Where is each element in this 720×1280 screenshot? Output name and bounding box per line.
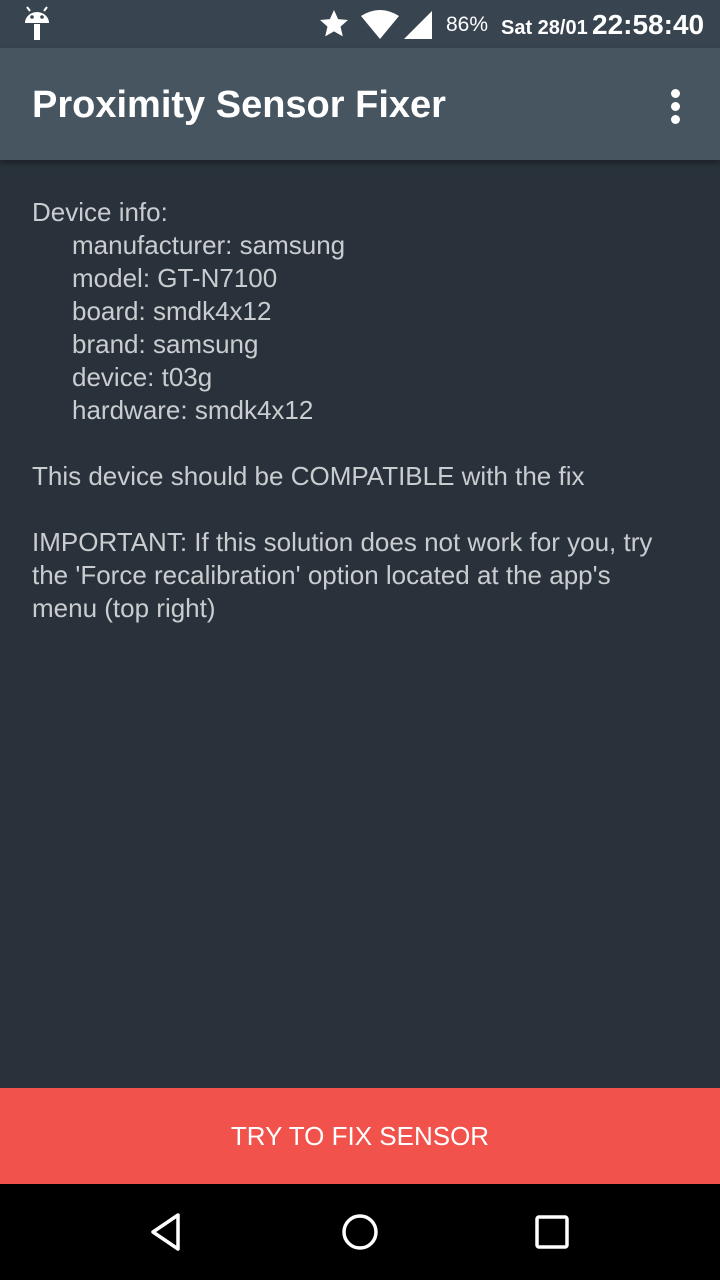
device-info-heading: Device info: xyxy=(32,197,168,227)
android-icon xyxy=(25,6,49,40)
back-icon[interactable] xyxy=(144,1208,192,1256)
compatibility-message: This device should be COMPATIBLE with th… xyxy=(32,461,585,491)
device-info-manufacturer: manufacturer: samsung xyxy=(72,230,346,260)
overflow-menu-icon-dot xyxy=(671,102,680,111)
status-time: 22:58:40 xyxy=(592,9,705,40)
device-info-brand: brand: samsung xyxy=(72,329,259,359)
app-bar: Proximity Sensor Fixer xyxy=(0,48,720,160)
device-info-model: model: GT-N7100 xyxy=(72,263,278,293)
main-content: Device info: manufacturer: samsung model… xyxy=(32,196,672,625)
app-title: Proximity Sensor Fixer xyxy=(32,84,446,126)
overflow-menu-button[interactable] xyxy=(656,80,696,128)
wifi-icon xyxy=(361,10,399,39)
status-bar: 86% Sat 28/01 22:58:40 xyxy=(0,0,720,48)
overflow-menu-icon-dot xyxy=(671,115,680,124)
navigation-bar xyxy=(0,1184,720,1280)
try-fix-sensor-button[interactable]: TRY TO FIX SENSOR xyxy=(0,1088,720,1184)
home-icon[interactable] xyxy=(336,1208,384,1256)
device-info-board: board: smdk4x12 xyxy=(72,296,272,326)
recents-icon[interactable] xyxy=(528,1208,576,1256)
important-message: IMPORTANT: If this solution does not wor… xyxy=(32,527,653,623)
overflow-menu-icon xyxy=(671,89,680,98)
device-info-device: device: t03g xyxy=(72,362,213,392)
star-icon xyxy=(320,10,348,37)
device-info-hardware: hardware: smdk4x12 xyxy=(72,395,314,425)
status-date: Sat 28/01 xyxy=(501,17,588,39)
battery-level: 86% xyxy=(446,13,489,36)
signal-icon xyxy=(404,11,432,39)
